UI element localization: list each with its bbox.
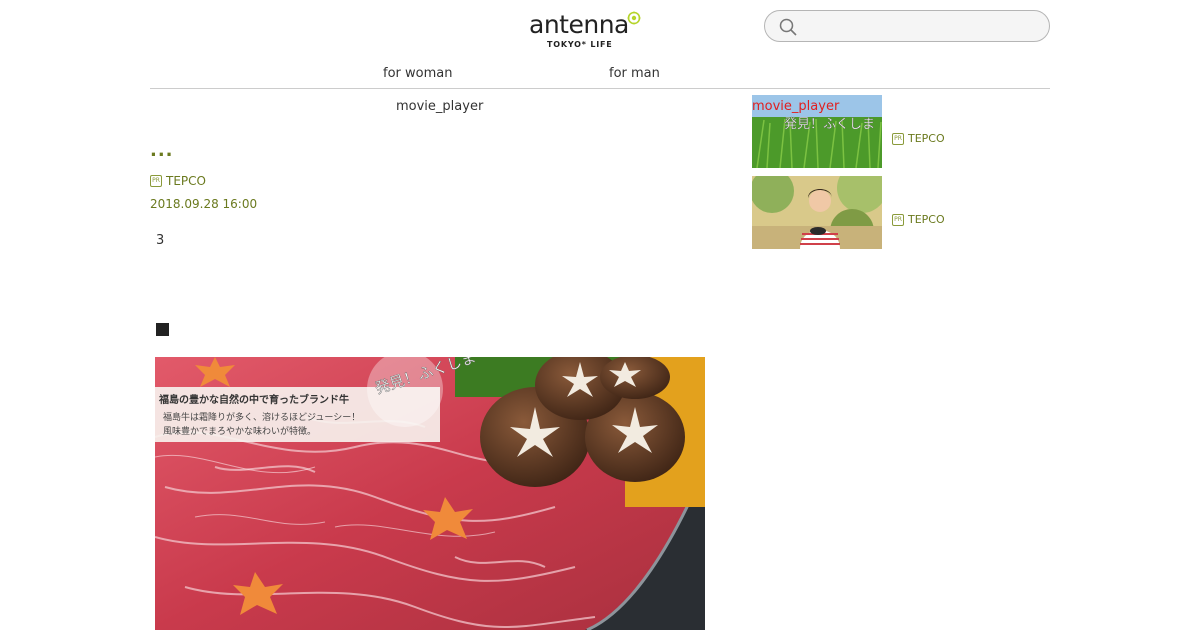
- nav-link-for-woman[interactable]: for woman: [383, 66, 452, 81]
- article-title: ...: [150, 140, 174, 161]
- pr-badge-icon: PR: [892, 213, 904, 226]
- article-count: 3: [156, 233, 165, 248]
- site-logo[interactable]: antenna TOKYO* LIFE: [529, 10, 643, 52]
- logo-subtitle: TOKYO* LIFE: [547, 40, 613, 49]
- pr-badge-icon: PR: [150, 175, 162, 187]
- caption-line1: 福島牛は霜降りが多く、溶けるほどジューシー！: [163, 411, 360, 423]
- movie-player-placeholder[interactable]: movie_player: [396, 99, 483, 114]
- sidebar-thumbnail[interactable]: 発見！ふくしま movie_player: [752, 95, 882, 168]
- thumb-stamp-text: 発見！ふくしま: [784, 117, 875, 132]
- sidebar-sponsor-name[interactable]: TEPCO: [908, 132, 945, 145]
- sidebar-thumbnail[interactable]: [752, 176, 882, 249]
- hero-image: 福島の豊かな自然の中で育ったブランド牛 福島牛は霜降りが多く、溶けるほどジューシ…: [155, 357, 705, 630]
- search-input[interactable]: [805, 15, 1035, 37]
- sidebar-item[interactable]: 発見！ふくしま movie_player PR TEPCO: [752, 95, 1052, 168]
- sponsor-row: PR TEPCO: [150, 174, 206, 188]
- caption-title: 福島の豊かな自然の中で育ったブランド牛: [158, 393, 349, 406]
- caption-line2: 風味豊かでまろやかな味わいが特徴。: [163, 425, 316, 437]
- sidebar-item[interactable]: PR TEPCO: [752, 176, 1052, 249]
- sponsor-name[interactable]: TEPCO: [166, 174, 206, 188]
- nav-link-for-man[interactable]: for man: [609, 66, 660, 81]
- section-marker: [156, 323, 169, 336]
- sidebar-sponsor-row: PR TEPCO: [892, 213, 945, 226]
- pr-badge-icon: PR: [892, 132, 904, 145]
- movie-player-overlay[interactable]: movie_player: [752, 99, 839, 114]
- search-bar[interactable]: [764, 10, 1050, 42]
- sidebar-sponsor-row: PR TEPCO: [892, 132, 945, 145]
- logo-text: antenna: [529, 10, 629, 39]
- publish-date: 2018.09.28 16:00: [150, 197, 258, 211]
- flower-icon: [627, 11, 641, 25]
- search-icon[interactable]: [779, 18, 797, 36]
- main-nav: for woman for man: [150, 60, 1050, 89]
- sidebar-sponsor-name[interactable]: TEPCO: [908, 213, 945, 226]
